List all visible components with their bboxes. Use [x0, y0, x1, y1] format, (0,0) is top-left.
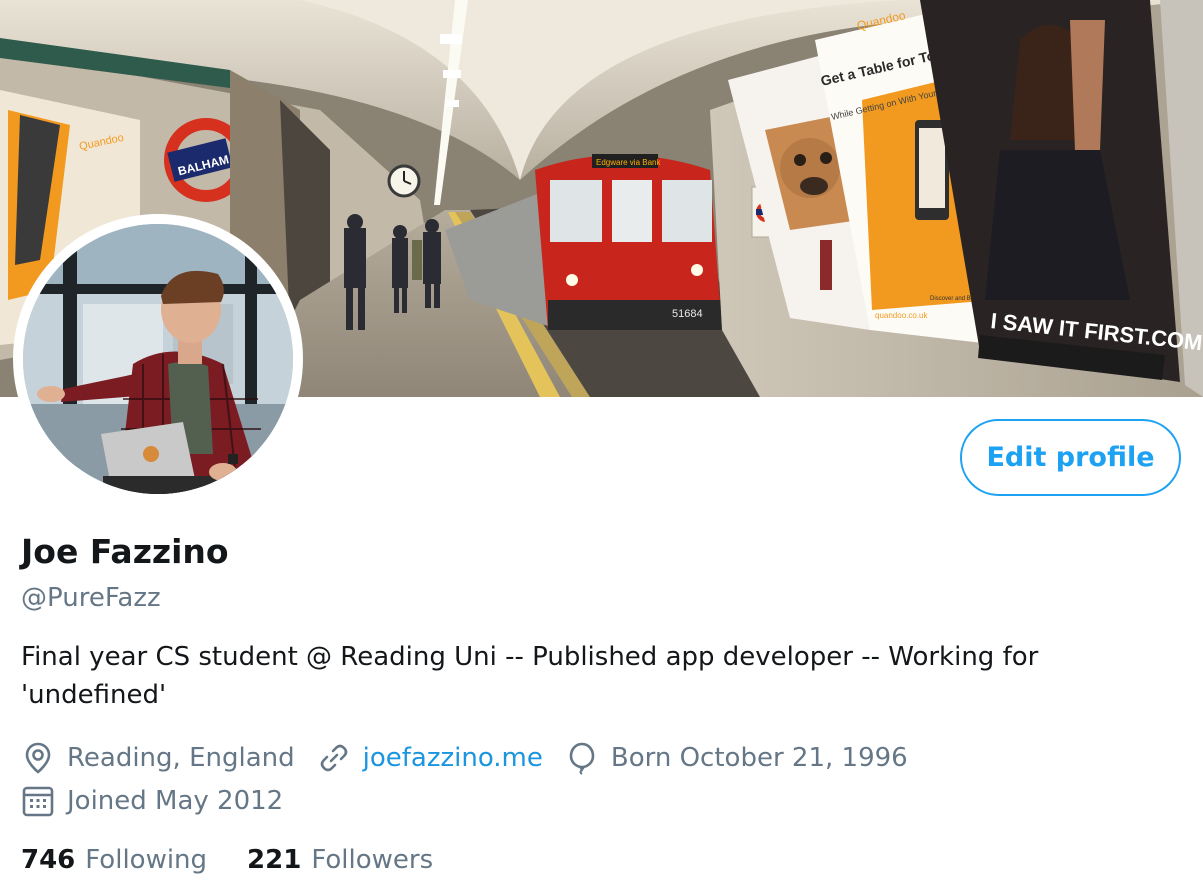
following-count: 746	[21, 845, 76, 875]
joined-item: Joined May 2012	[21, 783, 283, 819]
profile-bio: Final year CS student @ Reading Uni -- P…	[21, 642, 1039, 710]
user-handle: @PureFazz	[21, 583, 161, 613]
birthday-text: Born October 21, 1996	[610, 743, 908, 773]
location-pin-icon	[21, 741, 55, 775]
profile-meta-row-2: Joined May 2012	[21, 783, 305, 819]
followers-count: 221	[247, 845, 302, 875]
website-item[interactable]: joefazzino.me	[317, 740, 543, 776]
joined-text: Joined May 2012	[67, 786, 284, 816]
following-label: Following	[85, 845, 208, 875]
following-stat[interactable]: 746 Following	[21, 841, 207, 879]
avatar-photo	[23, 224, 293, 494]
calendar-icon	[21, 784, 55, 818]
followers-label: Followers	[311, 845, 434, 875]
display-name: Joe Fazzino	[21, 532, 229, 571]
website-link[interactable]: joefazzino.me	[363, 740, 543, 776]
followers-stat[interactable]: 221 Followers	[247, 841, 433, 879]
location-text: Reading, England	[67, 743, 295, 773]
link-icon	[317, 741, 351, 775]
profile-meta-row-1: Reading, England joefazzino.me Born Octo…	[21, 740, 930, 776]
birthday-item: Born October 21, 1996	[565, 740, 908, 776]
edit-profile-button[interactable]: Edit profile	[960, 419, 1181, 496]
ad-url-text: quandoo.co.uk	[875, 311, 928, 320]
profile-stats: 746 Following 221 Followers	[21, 841, 473, 879]
location-item: Reading, England	[21, 740, 295, 776]
train-number-text: 51684	[672, 308, 703, 320]
profile-avatar[interactable]	[13, 214, 303, 504]
train-destination-text: Edgware via Bank	[596, 158, 661, 167]
balloon-icon	[565, 741, 599, 775]
